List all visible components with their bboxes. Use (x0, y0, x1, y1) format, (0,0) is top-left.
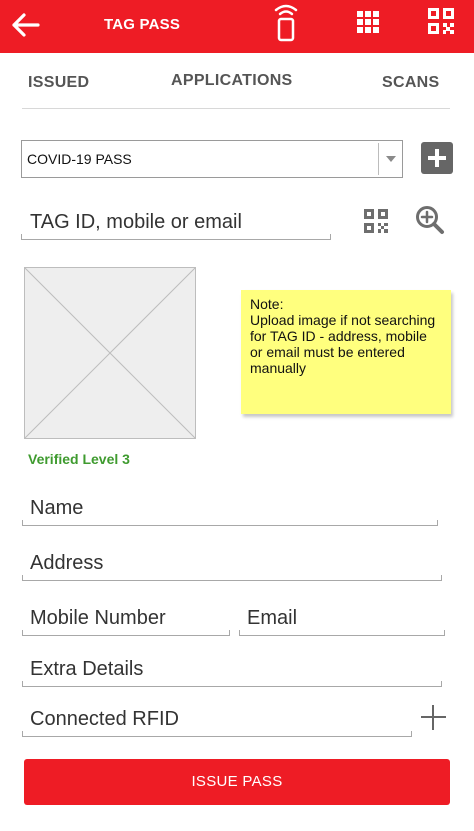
image-placeholder-icon (25, 268, 195, 438)
pass-type-value: COVID-19 PASS (27, 151, 132, 167)
upload-note: Note: Upload image if not searching for … (241, 290, 451, 414)
qr-scan-icon[interactable] (364, 209, 388, 233)
connected-rfid-field[interactable]: Connected RFID (30, 708, 179, 731)
extra-details-field[interactable]: Extra Details (30, 658, 143, 681)
photo-upload-placeholder[interactable] (24, 267, 196, 439)
name-underline (22, 520, 438, 526)
tab-scans[interactable]: SCANS (382, 74, 440, 92)
tab-divider (22, 108, 450, 109)
email-underline (239, 630, 445, 636)
pass-type-select[interactable]: COVID-19 PASS (21, 140, 403, 178)
add-pass-type-button[interactable] (421, 142, 453, 174)
add-rfid-icon[interactable] (421, 705, 446, 730)
search-underline (21, 234, 331, 240)
name-field[interactable]: Name (30, 497, 83, 520)
rfid-phone-icon[interactable] (271, 2, 301, 42)
tab-bar: ISSUED APPLICATIONS SCANS (0, 53, 474, 109)
qr-code-icon[interactable] (428, 8, 454, 34)
verified-level-label: Verified Level 3 (28, 451, 130, 467)
tab-applications[interactable]: APPLICATIONS (171, 72, 293, 90)
search-input[interactable]: TAG ID, mobile or email (30, 211, 242, 234)
app-title: TAG PASS (104, 16, 181, 33)
tab-issued[interactable]: ISSUED (28, 74, 89, 92)
arrow-left-icon[interactable] (10, 10, 42, 40)
address-underline (22, 575, 442, 581)
email-field[interactable]: Email (247, 607, 297, 630)
issue-pass-button[interactable]: ISSUE PASS (24, 759, 450, 805)
extra-underline (22, 681, 442, 687)
address-field[interactable]: Address (30, 552, 103, 575)
select-separator (378, 143, 379, 175)
grid-icon[interactable] (357, 11, 379, 33)
mobile-number-field[interactable]: Mobile Number (30, 607, 166, 630)
mobile-underline (22, 630, 230, 636)
rfid-underline (22, 731, 412, 737)
chevron-down-icon[interactable] (386, 156, 396, 162)
zoom-search-icon[interactable] (415, 205, 445, 235)
top-app-bar: TAG PASS (0, 0, 474, 53)
